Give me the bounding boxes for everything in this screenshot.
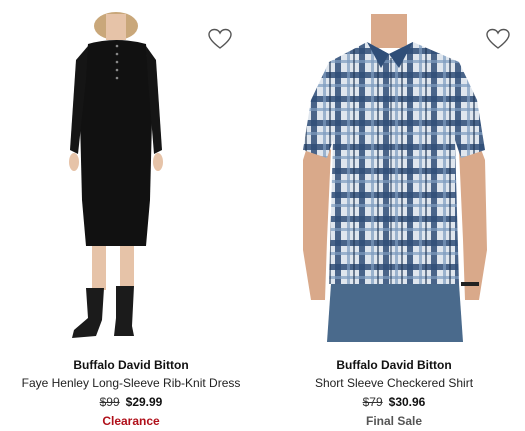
original-price: $79 [362,395,383,409]
product-title[interactable]: Short Sleeve Checkered Shirt [263,374,525,392]
product-image-shirt[interactable] [263,0,525,342]
clearance-badge: Clearance [102,414,160,428]
wishlist-heart-icon[interactable] [208,28,232,50]
product-prices: $99 $29.99 [0,393,262,411]
wishlist-heart-icon[interactable] [486,28,510,50]
original-price: $99 [99,395,120,409]
product-brand[interactable]: Buffalo David Bitton [263,356,525,374]
product-grid: Buffalo David Bitton Faye Henley Long-Sl… [0,0,525,431]
sale-price: $29.99 [125,395,163,409]
product-info: Buffalo David Bitton Short Sleeve Checke… [263,356,525,430]
product-title[interactable]: Faye Henley Long-Sleeve Rib-Knit Dress [0,374,262,392]
product-card[interactable]: Buffalo David Bitton Short Sleeve Checke… [263,0,525,431]
product-card[interactable]: Buffalo David Bitton Faye Henley Long-Sl… [0,0,262,431]
product-prices: $79 $30.96 [263,393,525,411]
shirt-model-image [263,0,525,342]
final-sale-badge: Final Sale [365,414,423,428]
dress-model-image [0,0,262,342]
product-brand[interactable]: Buffalo David Bitton [0,356,262,374]
product-image-dress[interactable] [0,0,262,342]
sale-price: $30.96 [388,395,426,409]
product-info: Buffalo David Bitton Faye Henley Long-Sl… [0,356,262,430]
